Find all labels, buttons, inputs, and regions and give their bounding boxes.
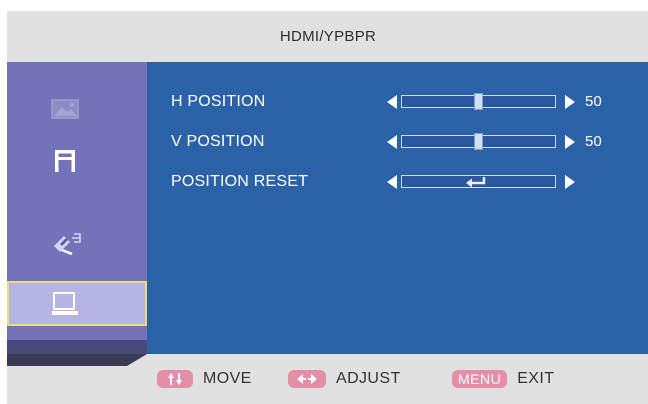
monitor-icon bbox=[52, 291, 78, 315]
slider-knob[interactable] bbox=[473, 133, 483, 150]
v-position-label: V POSITION bbox=[171, 133, 265, 150]
sidebar-item-tools[interactable] bbox=[7, 220, 147, 265]
v-position-row[interactable]: V POSITION 50 bbox=[147, 131, 648, 153]
position-reset-row[interactable]: POSITION RESET bbox=[147, 171, 648, 193]
h-position-slider[interactable] bbox=[401, 93, 556, 110]
v-position-value: 50 bbox=[585, 133, 602, 150]
decrease-arrow-icon[interactable] bbox=[387, 95, 397, 109]
footer-corner-shape bbox=[7, 354, 147, 366]
audio-icon bbox=[55, 149, 75, 172]
footer-bar: MOVE ADJUST MENU EXIT bbox=[7, 354, 648, 404]
sidebar bbox=[7, 62, 147, 354]
settings-tool-icon bbox=[54, 232, 81, 255]
h-position-row[interactable]: H POSITION 50 bbox=[147, 91, 648, 113]
v-position-slider[interactable] bbox=[401, 133, 556, 150]
slider-knob[interactable] bbox=[473, 93, 483, 110]
sidebar-item-audio[interactable] bbox=[7, 138, 147, 183]
menu-badge: MENU bbox=[452, 370, 508, 388]
source-title: HDMI/YPBPR bbox=[279, 28, 377, 45]
content-panel: H POSITION 50 V POSITION 50 POSITION RES… bbox=[147, 62, 648, 354]
picture-icon bbox=[51, 98, 79, 119]
move-hint: MOVE bbox=[157, 368, 252, 390]
increase-arrow-icon[interactable] bbox=[565, 175, 575, 189]
up-down-arrows-icon bbox=[157, 370, 193, 388]
left-right-arrows-icon bbox=[288, 370, 326, 388]
h-position-label: H POSITION bbox=[171, 93, 266, 110]
position-reset-button[interactable] bbox=[401, 175, 556, 188]
header-bar: HDMI/YPBPR bbox=[7, 11, 648, 62]
adjust-label: ADJUST bbox=[336, 370, 401, 387]
exit-hint: MENU EXIT bbox=[452, 368, 554, 390]
decrease-arrow-icon[interactable] bbox=[387, 175, 397, 189]
osd-menu: HDMI/YPBPR H POSITION 50 V POSITION 50 P… bbox=[7, 11, 648, 404]
sidebar-item-display[interactable] bbox=[7, 281, 147, 326]
enter-icon bbox=[466, 177, 486, 188]
adjust-hint: ADJUST bbox=[288, 368, 401, 390]
position-reset-label: POSITION RESET bbox=[171, 173, 309, 190]
decrease-arrow-icon[interactable] bbox=[387, 135, 397, 149]
increase-arrow-icon[interactable] bbox=[565, 95, 575, 109]
increase-arrow-icon[interactable] bbox=[565, 135, 575, 149]
sidebar-item-picture[interactable] bbox=[7, 86, 147, 131]
sidebar-bottom-strip bbox=[7, 340, 147, 354]
move-label: MOVE bbox=[203, 370, 252, 387]
exit-label: EXIT bbox=[517, 370, 555, 387]
h-position-value: 50 bbox=[585, 93, 602, 110]
